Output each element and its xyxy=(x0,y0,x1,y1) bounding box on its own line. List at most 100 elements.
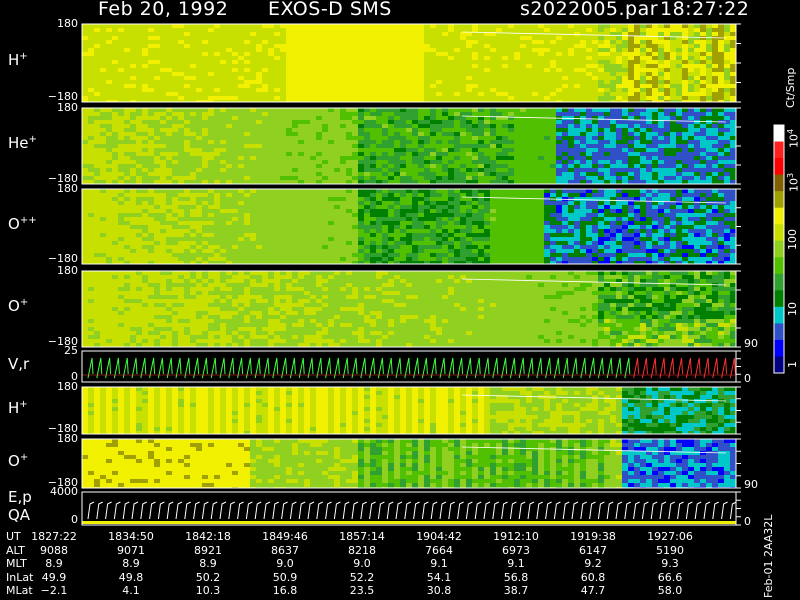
ephemeris-row-mlt: MLT 8.9 8.9 8.9 9.0 9.0 9.1 9.1 9.2 9.3 xyxy=(0,557,760,570)
y-max-label: 25 xyxy=(64,344,78,357)
colorbar-segment xyxy=(774,240,784,258)
panel-label: H+ xyxy=(8,399,28,417)
ephemeris-cell: 8.9 xyxy=(45,557,63,570)
y-min-label: 0 xyxy=(71,513,78,526)
ephemeris-cell: 8921 xyxy=(194,543,222,557)
ephemeris-cell: 1927:06 xyxy=(647,530,693,543)
ephemeris-cell: 1912:10 xyxy=(493,530,539,543)
ephemeris-cell: 1827:22 xyxy=(31,530,77,543)
ephemeris-cell: 66.6 xyxy=(657,570,683,584)
colorbar-segment xyxy=(774,207,784,225)
right-axis-label: 0 xyxy=(744,372,751,385)
colorbar-segment xyxy=(774,174,784,192)
panel-7 xyxy=(81,491,741,526)
panel-charge: + xyxy=(19,297,29,308)
panel-charge: + xyxy=(19,451,29,463)
y-max-label: 180 xyxy=(57,17,78,30)
colorbar-tick-label: 103 xyxy=(786,172,800,192)
panel-charge: + xyxy=(19,51,28,62)
panel-2 xyxy=(81,188,741,265)
colorbar-segment xyxy=(774,339,784,357)
ephemeris-cell: 58.0 xyxy=(657,584,683,597)
panel-label: V,r xyxy=(8,355,29,373)
panel-1 xyxy=(81,107,741,185)
panel-label: H+ xyxy=(8,51,28,69)
panel-charge: ++ xyxy=(19,214,37,226)
right-axis-label: 0 xyxy=(744,515,751,528)
time-title: 18:27:22 xyxy=(660,0,750,20)
ephemeris-cell: 1849:46 xyxy=(262,530,308,543)
ephemeris-cell: 52.2 xyxy=(349,570,375,584)
colorbar-tick-label: 104 xyxy=(786,128,800,148)
spectrogram-figure xyxy=(81,23,785,526)
colorbar-segment xyxy=(774,191,784,209)
colorbar-segment xyxy=(774,306,784,324)
ephemeris-row-alt: ALT 9088 9071 8921 8637 8218 7664 6973 6147 5190 xyxy=(0,544,760,557)
ephemeris-cell: 6973 xyxy=(502,543,530,557)
ephemeris-cell: 23.5 xyxy=(349,584,375,597)
panel-6 xyxy=(81,438,741,489)
panel-species: O xyxy=(8,297,20,315)
panel-species: E,p xyxy=(8,488,32,506)
panel-species: O xyxy=(8,214,20,233)
ephemeris-cell: 9.3 xyxy=(661,557,679,570)
ephemeris-cell: 6147 xyxy=(579,543,607,557)
ephemeris-cell: 38.7 xyxy=(503,584,529,597)
panel-label: O+ xyxy=(8,297,28,315)
panel-species: He xyxy=(8,134,29,152)
ephemeris-cell: 9.0 xyxy=(276,557,294,570)
date-title: Feb 20, 1992 xyxy=(98,0,229,20)
colorbar-segment xyxy=(774,125,784,143)
ephemeris-cell: 9071 xyxy=(117,543,145,557)
ephemeris-cell: 50.9 xyxy=(272,570,298,584)
panel-label: E,p QA xyxy=(8,488,32,524)
y-max-label: 180 xyxy=(57,432,78,445)
colorbar-unit-label: Ct/Smp xyxy=(784,67,797,108)
ephemeris-cell: 8218 xyxy=(348,543,376,557)
panel-species: H xyxy=(8,51,20,69)
y-max-label: 180 xyxy=(57,101,78,114)
colorbar-tick-label: 1 xyxy=(786,361,799,368)
colorbar-tick-exponent: 4 xyxy=(786,128,795,134)
file-title: s2022005.par xyxy=(520,0,659,20)
panel-0 xyxy=(81,23,741,103)
ephemeris-cell: 49.8 xyxy=(118,570,144,584)
ephemeris-cell: 10.3 xyxy=(195,584,221,597)
ephemeris-cell: 56.8 xyxy=(503,570,529,584)
ephemeris-cell: 4.1 xyxy=(122,584,140,597)
side-note: Feb-01 2AA32L xyxy=(762,514,775,598)
ephemeris-cell: 1842:18 xyxy=(185,530,231,543)
ephemeris-cell: 9.0 xyxy=(353,557,371,570)
ephemeris-cell: 8637 xyxy=(271,543,299,557)
ephemeris-cell: 54.1 xyxy=(426,570,452,584)
ephemeris-cell: 8.9 xyxy=(122,557,140,570)
colorbar-tick-exponent: 3 xyxy=(786,172,795,178)
ephemeris-cell: 9.1 xyxy=(430,557,448,570)
ephemeris-row-ut: UT 1827:22 1834:50 1842:18 1849:46 1857:14 190… xyxy=(0,530,760,543)
ephemeris-cell: 5190 xyxy=(656,543,684,557)
colorbar-segment xyxy=(774,141,784,159)
ephemeris-cell: 1919:38 xyxy=(570,530,616,543)
right-axis-label: 90 xyxy=(744,337,758,350)
ephemeris-cell: 50.2 xyxy=(195,570,221,584)
colorbar-tick-label: 10 xyxy=(786,302,799,316)
panel-label: He+ xyxy=(8,134,37,152)
ephemeris-cell: 1904:42 xyxy=(416,530,462,543)
row-header: ALT xyxy=(6,543,25,557)
y-max-label: 4000 xyxy=(50,485,78,498)
panel-species: O xyxy=(8,451,20,470)
instrument-title: EXOS-D SMS xyxy=(268,0,392,20)
ephemeris-cell: 9.2 xyxy=(584,557,602,570)
ephemeris-cell: 49.9 xyxy=(41,570,67,584)
ephemeris-cell: −2.1 xyxy=(40,584,68,597)
ephemeris-cell: 30.8 xyxy=(426,584,452,597)
panel-species: H xyxy=(8,398,20,417)
panel-4 xyxy=(81,350,741,383)
panel-label: O+ xyxy=(8,452,28,470)
ephemeris-row-inlat: InLat 49.9 49.8 50.2 50.9 52.2 54.1 56.8 60.8 66.… xyxy=(0,571,760,584)
right-axis-label: 90 xyxy=(744,478,758,491)
ephemeris-cell: 60.8 xyxy=(580,570,606,584)
panel-5 xyxy=(81,386,741,435)
ephemeris-cell: 47.7 xyxy=(580,584,606,597)
panel-charge: + xyxy=(19,398,28,410)
